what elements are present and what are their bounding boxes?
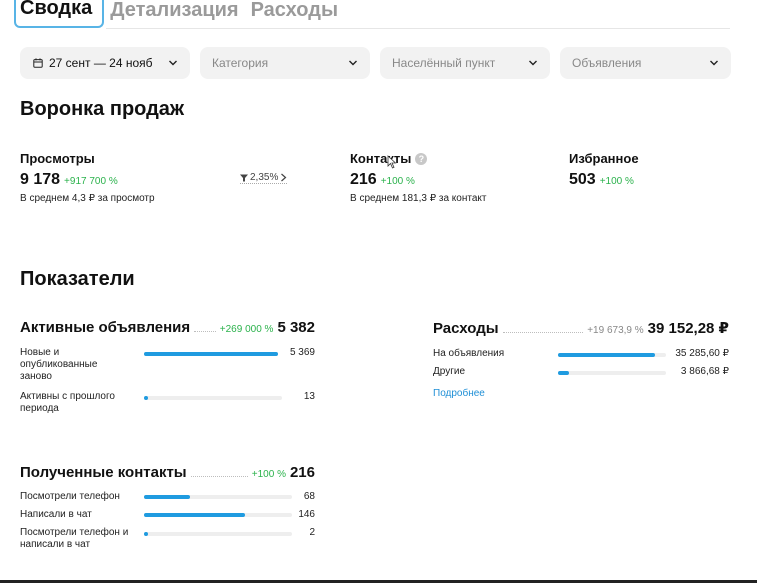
ads-placeholder: Объявления [572,56,642,70]
chevron-down-icon [710,60,718,66]
mouse-cursor-icon [387,155,397,169]
chevron-down-icon [529,60,537,66]
tab-expenses[interactable]: Расходы [245,0,344,28]
tabs-divider [106,28,730,29]
category-select[interactable]: Категория [200,47,370,79]
metric-contacts: Контакты ? 216 +100 % В среднем 181,3 ₽ … [350,151,486,204]
metric-favorites: Избранное 503 +100 % [569,151,639,189]
active-ads-header: Активные объявления +269 000 % 5 382 [20,319,315,336]
views-sub: В среднем 4,3 ₽ за просмотр [20,193,155,204]
chevron-down-icon [169,60,177,66]
active-ads-row-label-1: Активны с прошлого периода [20,391,115,414]
location-select[interactable]: Населённый пункт [380,47,550,79]
expenses-more-link[interactable]: Подробнее [433,388,485,399]
help-circle-icon[interactable]: ? [415,152,428,165]
views-value-row: 9 178 +917 700 % [20,171,155,189]
active-ads-row-value-1: 13 [303,391,315,402]
filter-funnel-icon [240,174,248,181]
bar-fill [144,513,245,517]
metric-views: Просмотры 9 178 +917 700 % В среднем 4,3… [20,151,155,204]
leader-dots [194,331,216,332]
favorites-value-row: 503 +100 % [569,171,639,189]
expenses-total: 39 152,28 ₽ [647,320,729,337]
funnel-title: Воронка продаж [20,98,185,120]
active-ads-row-value-0: 5 369 [289,347,315,358]
contacts-delta: +100 % [380,176,415,187]
conversion-value: 2,35% [250,172,279,183]
expenses-header: Расходы +19 673,9 % 39 152,28 ₽ [433,319,729,337]
views-value: 9 178 [20,171,61,188]
contacts-row-value-1: 146 [298,509,315,520]
chevron-right-icon [281,173,287,182]
leader-dots [502,332,584,333]
expenses-delta: +19 673,9 % [587,325,644,336]
tabs-bar: Сводка Детализация Расходы [14,0,344,28]
views-delta: +917 700 % [64,176,118,187]
favorites-label: Избранное [569,151,639,166]
filters-bar: 27 сент — 24 нояб Категория Населённый п… [20,47,731,79]
conversion-link[interactable]: 2,35% [240,172,288,184]
contacts-label-row: Контакты ? [350,151,486,166]
tab-summary[interactable]: Сводка [14,0,105,28]
bar-fill [144,396,149,400]
leader-dots [190,476,248,477]
expenses-row-value-0: 35 285,60 ₽ [675,348,729,359]
chevron-down-icon [349,60,357,66]
date-range-value: 27 сент — 24 нояб [49,56,153,70]
contacts-title: Полученные контакты [20,464,187,481]
date-range-select[interactable]: 27 сент — 24 нояб [20,47,190,79]
contacts-value-row: 216 +100 % [350,171,486,189]
favorites-value: 503 [569,171,596,188]
bar-fill [558,371,569,375]
contacts-label: Контакты [350,151,412,166]
contacts-row-label-0: Посмотрели телефон [20,491,120,502]
active-ads-title: Активные объявления [20,319,191,336]
active-ads-delta: +269 000 % [219,324,274,335]
favorites-delta: +100 % [599,176,634,187]
expenses-row-label-0: На объявления [433,348,505,359]
contacts-total: 216 [289,464,315,481]
location-placeholder: Населённый пункт [392,56,496,70]
expenses-row-value-1: 3 866,68 ₽ [680,366,729,377]
bar-fill [144,532,149,536]
expenses-row-label-1: Другие [433,366,466,377]
category-placeholder: Категория [212,56,269,70]
contacts-row-label-2: Посмотрели телефон и написали в чат [20,527,129,550]
ads-select[interactable]: Объявления [560,47,731,79]
contacts-row-label-1: Написали в чат [20,509,92,520]
bar-fill [144,495,190,499]
expenses-title: Расходы [433,320,499,337]
indicators-title: Показатели [20,268,135,290]
active-ads-row-label-0: Новые и опубликованные заново [20,347,98,382]
calendar-icon [33,58,43,68]
contacts-sub: В среднем 181,3 ₽ за контакт [350,193,487,204]
tab-details[interactable]: Детализация [104,0,244,28]
active-ads-total: 5 382 [277,319,315,336]
views-label: Просмотры [20,151,95,166]
contacts-value: 216 [350,171,377,188]
contacts-row-value-0: 68 [303,491,315,502]
contacts-block-delta: +100 % [251,469,286,480]
contacts-header: Полученные контакты +100 % 216 [20,464,315,481]
bar-fill [558,353,656,357]
contacts-row-value-2: 2 [309,527,315,538]
